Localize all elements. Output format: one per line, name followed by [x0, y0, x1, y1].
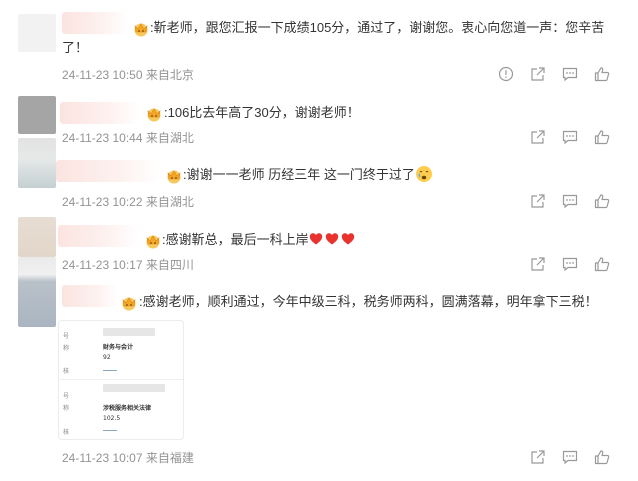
score-screenshot-image[interactable]: 号 称 财务与会计 92 核 号 称 涉税服务相关法律 102.5 核	[58, 320, 184, 440]
comment-actions	[522, 192, 618, 210]
vip-crown-icon	[132, 20, 150, 38]
username-blurred[interactable]	[60, 102, 140, 124]
avatar[interactable]	[18, 96, 56, 134]
comment-actions	[522, 448, 618, 466]
status-dash	[103, 430, 117, 431]
share-icon[interactable]	[522, 128, 554, 146]
comment-text: :感谢靳总，最后一科上岸	[162, 229, 357, 251]
crying-face-icon	[415, 165, 433, 183]
like-icon[interactable]	[586, 192, 618, 210]
username-blurred[interactable]	[62, 12, 128, 34]
comment-item: :谢谢一一老师 历经三年 这一门终于过了 24-11-23 10:22 来自湖北	[0, 138, 638, 217]
username-blurred[interactable]	[58, 225, 138, 247]
subject-name: 财务与会计	[103, 344, 134, 351]
subject-score: 102.5	[103, 415, 121, 422]
comment-item: :感谢靳总，最后一科上岸 24-11-23 10:17 来自四川	[0, 217, 638, 277]
comment-text-continued: 了！	[62, 40, 89, 55]
comment-text-body: :谢谢一一老师 历经三年 这一门终于过了	[183, 167, 415, 182]
comment-icon[interactable]	[554, 448, 586, 466]
status-dash	[103, 370, 117, 371]
like-icon[interactable]	[586, 448, 618, 466]
field-label: 称	[63, 405, 70, 412]
report-icon[interactable]	[490, 65, 522, 83]
field-label: 号	[63, 393, 70, 400]
vip-crown-icon	[145, 105, 163, 123]
vip-crown-icon	[120, 294, 138, 312]
comment-meta: 24-11-23 10:44 来自湖北	[62, 131, 194, 145]
like-icon[interactable]	[586, 65, 618, 83]
comment-actions	[490, 65, 618, 83]
vip-crown-icon	[165, 167, 183, 185]
redacted-field	[103, 328, 155, 336]
comment-icon[interactable]	[554, 192, 586, 210]
comment-actions	[522, 255, 618, 273]
comment-meta: 24-11-23 10:22 来自湖北	[62, 195, 194, 209]
username-blurred[interactable]	[56, 160, 160, 182]
share-icon[interactable]	[522, 255, 554, 273]
avatar[interactable]	[18, 14, 56, 52]
field-label: 称	[63, 345, 70, 352]
vip-crown-icon	[144, 232, 162, 250]
comment-icon[interactable]	[554, 255, 586, 273]
comment-text: :谢谢一一老师 历经三年 这一门终于过了	[183, 164, 433, 186]
comment-actions	[522, 128, 618, 146]
comment-text: :感谢老师，顺利通过，今年中级三科，税务师两科，圆满落幕，明年拿下三税！	[139, 294, 598, 309]
red-heart-icon	[325, 233, 338, 245]
share-icon[interactable]	[522, 65, 554, 83]
share-icon[interactable]	[522, 448, 554, 466]
avatar[interactable]	[18, 257, 56, 327]
comment-meta: 24-11-23 10:07 来自福建	[62, 451, 194, 465]
red-heart-icon	[309, 233, 322, 245]
comment-text: :106比去年高了30分，谢谢老师！	[164, 105, 360, 120]
like-icon[interactable]	[586, 255, 618, 273]
comment-meta: 24-11-23 10:50 来自北京	[62, 68, 194, 82]
avatar[interactable]	[18, 138, 56, 188]
subject-score: 92	[103, 354, 111, 361]
subject-name: 涉税服务相关法律	[103, 405, 152, 412]
redacted-field	[103, 384, 165, 392]
field-label: 核	[63, 429, 70, 436]
comment-item: :靳老师，跟您汇报一下成绩105分，通过了，谢谢您。衷心向您道一声：您辛苦 了！…	[0, 0, 638, 92]
username-blurred[interactable]	[62, 285, 118, 307]
share-icon[interactable]	[522, 192, 554, 210]
comment-icon[interactable]	[554, 128, 586, 146]
comment-item: :106比去年高了30分，谢谢老师！ 24-11-23 10:44 来自湖北	[0, 92, 638, 152]
like-icon[interactable]	[586, 128, 618, 146]
avatar[interactable]	[18, 217, 56, 257]
comment-text-body: :感谢靳总，最后一科上岸	[162, 232, 309, 247]
divider	[59, 379, 183, 380]
field-label: 核	[63, 368, 70, 375]
field-label: 号	[63, 333, 70, 340]
comment-text: :靳老师，跟您汇报一下成绩105分，通过了，谢谢您。衷心向您道一声：您辛苦	[150, 20, 605, 35]
comment-icon[interactable]	[554, 65, 586, 83]
red-heart-icon	[341, 233, 354, 245]
comment-meta: 24-11-23 10:17 来自四川	[62, 258, 194, 272]
